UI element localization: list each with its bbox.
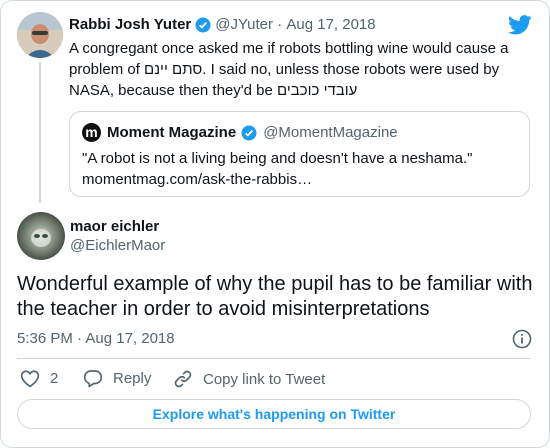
thread-connector-line <box>39 62 41 203</box>
verified-badge-icon <box>241 125 257 140</box>
twitter-bird-icon[interactable] <box>508 15 532 35</box>
text-line: A congregant once asked me if robots bot… <box>69 40 509 57</box>
author-name[interactable]: Rabbi Josh Yuter <box>69 16 191 33</box>
reply-icon[interactable] <box>83 369 103 388</box>
quoted-link[interactable]: momentmag.com/ask-the-rabbis… <box>82 169 472 190</box>
author-handle[interactable]: @JYuter <box>215 16 273 33</box>
explore-label: Explore what's happening on Twitter <box>152 406 396 422</box>
copy-link-action[interactable]: Copy link to Tweet <box>173 369 325 389</box>
like-action[interactable]: 2 <box>20 369 58 388</box>
info-icon[interactable] <box>512 329 532 349</box>
author-name[interactable]: maor eichler <box>70 218 159 235</box>
quoted-author-name: Moment Magazine <box>107 124 237 141</box>
text-line: problem of סתם יינם. I said no, unless t… <box>69 61 500 78</box>
explore-twitter-button[interactable]: Explore what's happening on Twitter <box>17 399 531 429</box>
link-icon[interactable] <box>173 369 193 389</box>
tweet-text: Wonderful example of why the pupil has t… <box>17 272 532 322</box>
text-line: the teacher in order to avoid misinterpr… <box>17 298 430 320</box>
text-line: "A robot is not a living being and doesn… <box>82 150 473 167</box>
heart-icon[interactable] <box>20 369 40 388</box>
avatar-rabbi-josh-yuter[interactable] <box>17 12 63 58</box>
reply-to-header: Rabbi Josh Yuter @JYuter · Aug 17, 2018 <box>69 16 376 33</box>
author-handle[interactable]: @EichlerMaor <box>70 237 165 254</box>
text-line: Wonderful example of why the pupil has t… <box>17 273 533 295</box>
divider <box>17 358 531 359</box>
tweet-timestamp[interactable]: 5:36 PM · Aug 17, 2018 <box>17 330 175 347</box>
avatar-maor-eichler[interactable] <box>17 212 65 260</box>
like-count: 2 <box>50 370 59 387</box>
verified-badge-icon <box>195 17 211 32</box>
reply-label: Reply <box>113 370 152 387</box>
tweet-date[interactable]: Aug 17, 2018 <box>286 16 375 33</box>
copy-link-label: Copy link to Tweet <box>203 370 326 388</box>
text-line: NASA, because then they'd be עובדי כוכבי… <box>69 82 358 99</box>
separator-dot: · <box>273 16 287 33</box>
reply-to-text: A congregant once asked me if robots bot… <box>69 38 508 101</box>
moment-magazine-logo-icon: m <box>82 123 101 142</box>
quoted-text: "A robot is not a living being and doesn… <box>82 148 472 190</box>
reply-action[interactable]: Reply <box>83 369 151 388</box>
quoted-author-handle: @MomentMagazine <box>263 124 398 141</box>
quoted-header: m Moment Magazine @MomentMagazine <box>82 123 398 142</box>
